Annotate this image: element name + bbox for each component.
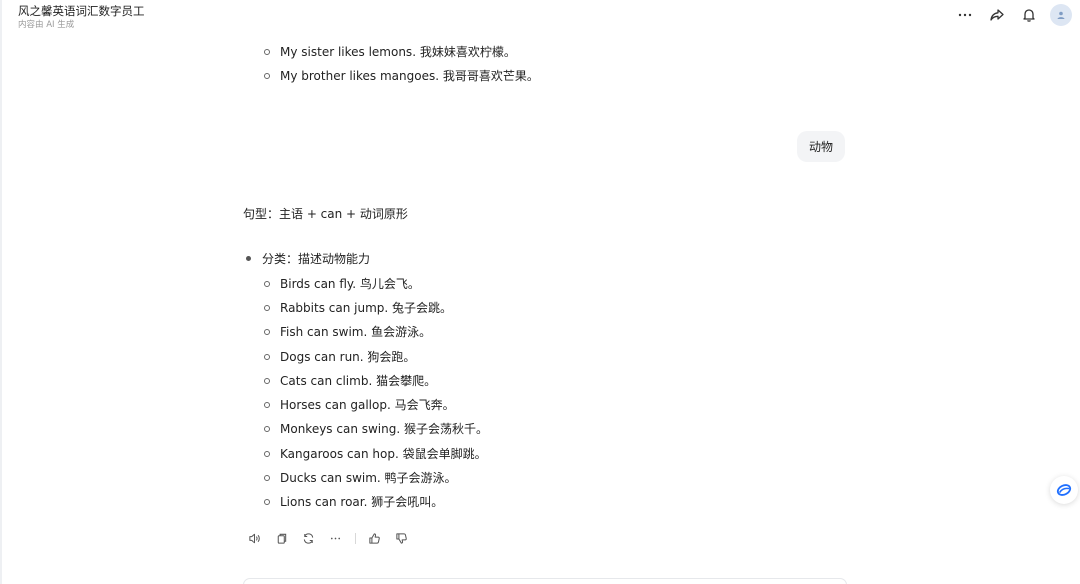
list-item-text: Lions can roar. 狮子会吼叫。 <box>280 495 444 509</box>
chat-content: My sister likes lemons. 我妹妹喜欢柠檬。 My brot… <box>0 0 1080 584</box>
bullet-icon <box>264 498 270 505</box>
bullet-icon <box>264 328 270 335</box>
list-item-text: Cats can climb. 猫会攀爬。 <box>280 374 437 388</box>
bullet-icon <box>264 450 270 457</box>
bullet-icon <box>264 48 270 55</box>
list-item: Kangaroos can hop. 袋鼠会单脚跳。 <box>264 445 487 462</box>
list-item-text: Ducks can swim. 鸭子会游泳。 <box>280 471 457 485</box>
bullet-icon <box>264 474 270 481</box>
bullet-icon <box>246 256 251 261</box>
bullet-icon <box>264 72 270 79</box>
bullet-icon <box>264 280 270 287</box>
list-item: Lions can roar. 狮子会吼叫。 <box>264 493 443 510</box>
thumbs-up-icon[interactable] <box>365 529 383 547</box>
list-item: My sister likes lemons. 我妹妹喜欢柠檬。 <box>264 43 516 60</box>
list-item: Monkeys can swing. 猴子会荡秋千。 <box>264 420 488 437</box>
regenerate-icon[interactable] <box>299 529 317 547</box>
bullet-icon <box>264 425 270 432</box>
toolbar-divider <box>355 532 356 544</box>
list-item: Birds can fly. 鸟儿会飞。 <box>264 275 420 292</box>
list-item-text: Monkeys can swing. 猴子会荡秋千。 <box>280 422 488 436</box>
list-item-text: Horses can gallop. 马会飞奔。 <box>280 398 455 412</box>
list-item: My brother likes mangoes. 我哥哥喜欢芒果。 <box>264 67 539 84</box>
bullet-icon <box>264 377 270 384</box>
more-icon[interactable] <box>326 529 344 547</box>
thumbs-down-icon[interactable] <box>392 529 410 547</box>
list-item-text: My brother likes mangoes. 我哥哥喜欢芒果。 <box>280 69 539 83</box>
list-item: Rabbits can jump. 兔子会跳。 <box>264 299 452 316</box>
category-item: 分类：描述动物能力 <box>246 250 370 267</box>
list-item-text: Birds can fly. 鸟儿会飞。 <box>280 277 420 291</box>
category-text: 分类：描述动物能力 <box>262 252 371 266</box>
copy-icon[interactable] <box>272 529 290 547</box>
user-message-bubble: 动物 <box>797 131 845 162</box>
list-item-text: My sister likes lemons. 我妹妹喜欢柠檬。 <box>280 45 516 59</box>
bullet-icon <box>264 353 270 360</box>
list-item-text: Fish can swim. 鱼会游泳。 <box>280 325 432 339</box>
list-item: Dogs can run. 狗会跑。 <box>264 348 415 365</box>
bullet-icon <box>264 304 270 311</box>
chat-input-box[interactable] <box>243 578 847 584</box>
message-toolbar <box>245 529 419 547</box>
assistant-float-icon[interactable] <box>1050 476 1078 504</box>
list-item-text: Kangaroos can hop. 袋鼠会单脚跳。 <box>280 447 487 461</box>
list-item-text: Rabbits can jump. 兔子会跳。 <box>280 301 453 315</box>
list-item: Horses can gallop. 马会飞奔。 <box>264 396 455 413</box>
bullet-icon <box>264 401 270 408</box>
list-item: Fish can swim. 鱼会游泳。 <box>264 323 431 340</box>
list-item: Ducks can swim. 鸭子会游泳。 <box>264 469 457 486</box>
sentence-pattern: 句型：主语 + can + 动词原形 <box>243 207 408 221</box>
list-item-text: Dogs can run. 狗会跑。 <box>280 350 416 364</box>
speaker-icon[interactable] <box>245 529 263 547</box>
list-item: Cats can climb. 猫会攀爬。 <box>264 372 436 389</box>
